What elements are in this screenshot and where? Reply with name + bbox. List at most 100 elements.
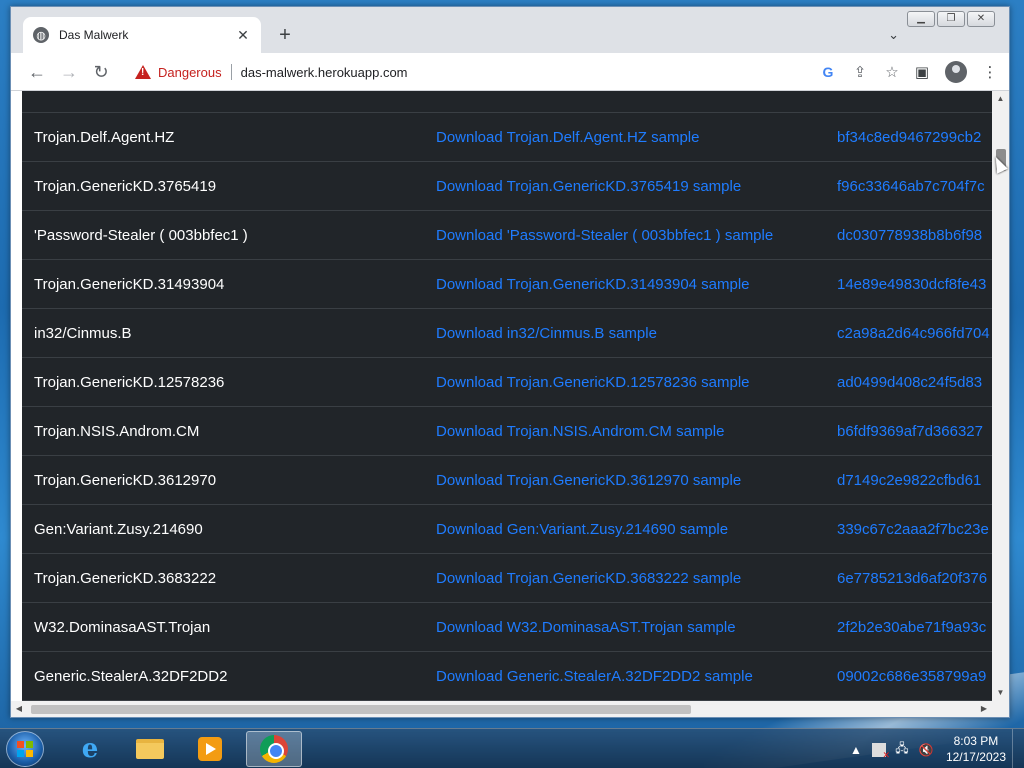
table-row: Gen:Variant.Zusy.214690 Download Gen:Vari…: [22, 505, 992, 554]
sample-hash-link[interactable]: 339c67c2aaa2f7bc23e: [837, 521, 997, 538]
download-sample-link[interactable]: Download Gen:Variant.Zusy.214690 sample: [436, 521, 826, 538]
table-row: Trojan.GenericKD.3683222 Download Trojan.…: [22, 554, 992, 603]
malware-name: Trojan.GenericKD.31493904: [34, 276, 225, 293]
browser-toolbar: ← → ↻ Dangerous das-malwerk.herokuapp.co…: [11, 53, 1009, 91]
internet-explorer-taskbar-button[interactable]: e: [62, 731, 118, 767]
action-center-flag-icon[interactable]: [872, 742, 890, 761]
address-bar[interactable]: Dangerous das-malwerk.herokuapp.com G ⇪ …: [125, 57, 915, 87]
malware-name: Trojan.GenericKD.3612970: [34, 472, 217, 489]
share-icon[interactable]: ⇪: [851, 63, 869, 81]
sample-hash-link[interactable]: f96c33646ab7c704f7c: [837, 178, 997, 195]
sample-hash-link[interactable]: 6e7785213d6af20f376: [837, 570, 997, 587]
internet-explorer-icon: e: [81, 734, 99, 764]
forward-arrow-icon[interactable]: →: [57, 61, 81, 83]
download-sample-link[interactable]: Download Trojan.GenericKD.12578236 sampl…: [436, 374, 826, 391]
page-viewport: Trojan.Delf.Agent.HZ Download Trojan.Delf…: [11, 91, 1009, 717]
horizontal-scrollbar[interactable]: ◀ ▶: [11, 701, 1009, 717]
browser-window: ▁ ❐ ✕ ◍ Das Malwerk ✕ + ⌄ ← → ↻ Dangerou…: [10, 6, 1010, 718]
address-divider: [230, 64, 232, 80]
toolbar-right-actions: ▣ ⋮: [913, 61, 999, 83]
globe-icon: ◍: [33, 27, 49, 43]
download-sample-link[interactable]: Download Trojan.GenericKD.3612970 sample: [436, 472, 826, 489]
system-clock[interactable]: 8:03 PM 12/17/2023: [946, 733, 1006, 765]
table-row-partial: [22, 91, 992, 113]
start-button[interactable]: [6, 731, 44, 767]
sample-hash-link[interactable]: bf34c8ed9467299cb2: [837, 129, 997, 146]
tab-strip: ◍ Das Malwerk ✕ + ⌄: [11, 7, 1009, 53]
new-tab-button[interactable]: +: [273, 24, 297, 48]
malware-name: Trojan.NSIS.Androm.CM: [34, 423, 200, 440]
download-sample-link[interactable]: Download Trojan.Delf.Agent.HZ sample: [436, 129, 826, 146]
tab-search-chevron-icon[interactable]: ⌄: [888, 27, 899, 43]
sample-hash-link[interactable]: ad0499d408c24f5d83: [837, 374, 997, 391]
scroll-down-arrow-icon[interactable]: ▼: [992, 685, 1009, 701]
download-sample-link[interactable]: Download 'Password-Stealer ( 003bbfec1 )…: [436, 227, 826, 244]
sample-hash-link[interactable]: d7149c2e9822cfbd61: [837, 472, 997, 489]
clock-date: 12/17/2023: [945, 750, 1006, 764]
table-row: in32/Cinmus.B Download in32/Cinmus.B samp…: [22, 309, 992, 358]
volume-muted-icon[interactable]: 🔇: [918, 743, 934, 757]
windows-logo-icon: [17, 741, 33, 757]
security-status-label[interactable]: Dangerous: [158, 65, 222, 80]
malware-name: Trojan.GenericKD.3765419: [34, 178, 217, 195]
scroll-up-arrow-icon[interactable]: ▲: [992, 91, 1009, 107]
scroll-left-arrow-icon[interactable]: ◀: [11, 701, 27, 717]
malware-name: Generic.StealerA.32DF2DD2: [34, 668, 228, 685]
sample-hash-link[interactable]: 09002c686e358799a9: [837, 668, 997, 685]
chrome-icon: [260, 735, 288, 763]
tab-close-icon[interactable]: ✕: [235, 27, 251, 44]
sample-hash-link[interactable]: 2f2b2e30abe71f9a93c: [837, 619, 997, 636]
table-row: W32.DominasaAST.Trojan Download W32.Domin…: [22, 603, 992, 652]
file-explorer-taskbar-button[interactable]: [122, 731, 178, 767]
back-arrow-icon[interactable]: ←: [25, 61, 49, 83]
profile-avatar-icon[interactable]: [945, 61, 967, 83]
sample-hash-link[interactable]: c2a98a2d64c966fd704: [837, 325, 997, 342]
malware-table: Trojan.Delf.Agent.HZ Download Trojan.Delf…: [22, 91, 992, 701]
side-panel-icon[interactable]: ▣: [913, 63, 931, 81]
star-icon[interactable]: ☆: [883, 63, 901, 81]
download-sample-link[interactable]: Download Trojan.GenericKD.3765419 sample: [436, 178, 826, 195]
sample-hash-link[interactable]: b6fdf9369af7d366327: [837, 423, 997, 440]
download-sample-link[interactable]: Download W32.DominasaAST.Trojan sample: [436, 619, 826, 636]
show-hidden-icons-icon[interactable]: ▲: [848, 743, 864, 757]
kebab-menu-icon[interactable]: ⋮: [981, 63, 999, 81]
download-sample-link[interactable]: Download Trojan.GenericKD.3683222 sample: [436, 570, 826, 587]
address-bar-actions: G ⇪ ☆: [819, 63, 901, 81]
table-row: Trojan.NSIS.Androm.CM Download Trojan.NSI…: [22, 407, 992, 456]
sample-hash-link[interactable]: dc030778938b8b6f98: [837, 227, 997, 244]
malware-name: in32/Cinmus.B: [34, 325, 132, 342]
folder-icon: [136, 739, 164, 759]
chrome-taskbar-button[interactable]: [246, 731, 302, 767]
malware-name: Trojan.Delf.Agent.HZ: [34, 129, 175, 146]
table-row: Trojan.GenericKD.12578236 Download Trojan…: [22, 358, 992, 407]
download-sample-link[interactable]: Download Trojan.GenericKD.31493904 sampl…: [436, 276, 826, 293]
malware-name: W32.DominasaAST.Trojan: [34, 619, 211, 636]
table-row: Trojan.GenericKD.3765419 Download Trojan.…: [22, 162, 992, 211]
tab-title: Das Malwerk: [59, 28, 129, 42]
horizontal-scroll-thumb[interactable]: [31, 705, 691, 714]
table-row: Trojan.GenericKD.31493904 Download Trojan…: [22, 260, 992, 309]
malware-name: Trojan.GenericKD.12578236: [34, 374, 225, 391]
vertical-scrollbar[interactable]: ▲ ▼: [992, 91, 1009, 701]
scroll-right-arrow-icon[interactable]: ▶: [976, 701, 992, 717]
download-sample-link[interactable]: Download Generic.StealerA.32DF2DD2 sampl…: [436, 668, 826, 685]
reload-icon[interactable]: ↻: [89, 61, 113, 83]
download-sample-link[interactable]: Download Trojan.NSIS.Androm.CM sample: [436, 423, 826, 440]
system-tray: ▲ 🖧 🔇: [848, 739, 934, 761]
tab-das-malwerk[interactable]: ◍ Das Malwerk ✕: [23, 17, 261, 53]
network-icon[interactable]: 🖧: [894, 739, 910, 760]
url-text[interactable]: das-malwerk.herokuapp.com: [241, 65, 408, 80]
malware-name: Trojan.GenericKD.3683222: [34, 570, 217, 587]
table-row: 'Password-Stealer ( 003bbfec1 ) Download …: [22, 211, 992, 260]
media-player-icon: [198, 737, 222, 761]
show-desktop-button[interactable]: [1012, 729, 1024, 768]
media-player-taskbar-button[interactable]: [182, 731, 238, 767]
google-icon[interactable]: G: [819, 64, 837, 80]
taskbar: e ▲ 🖧 🔇 8:03 PM 12/17/2023: [0, 728, 1024, 768]
download-sample-link[interactable]: Download in32/Cinmus.B sample: [436, 325, 826, 342]
warning-triangle-icon[interactable]: [135, 65, 151, 79]
table-row: Trojan.Delf.Agent.HZ Download Trojan.Delf…: [22, 113, 992, 162]
clock-time: 8:03 PM: [953, 734, 999, 748]
sample-hash-link[interactable]: 14e89e49830dcf8fe43: [837, 276, 997, 293]
table-row: Generic.StealerA.32DF2DD2 Download Generi…: [22, 652, 992, 701]
